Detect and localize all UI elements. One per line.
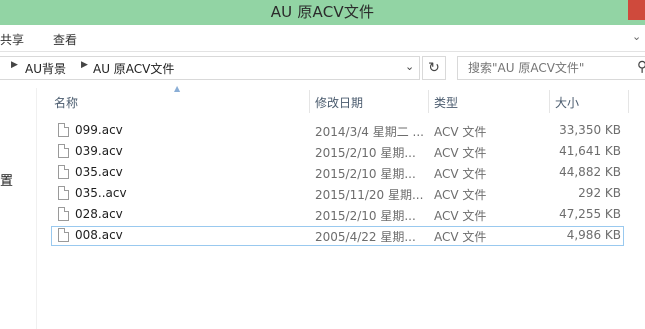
ribbon-expand-icon[interactable]: ⌄ [632,30,641,43]
file-row[interactable]: 035.acv 2015/2/10 星期... ACV 文件 44,882 KB [51,163,624,183]
file-type: ACV 文件 [434,146,487,160]
file-type: ACV 文件 [434,167,487,181]
file-type: ACV 文件 [434,209,487,223]
sort-ascending-icon: ▲ [174,84,181,93]
navigation-pane: 置 [0,88,37,329]
address-bar[interactable]: ▶ AU背景 ▶ AU 原ACV文件 ⌄ [0,56,420,80]
ribbon: 共享 查看 ⌄ [0,25,645,52]
file-size: 47,255 KB [559,207,621,221]
file-icon [58,186,69,200]
file-date: 2015/2/10 星期... [315,209,416,223]
file-size: 292 KB [578,186,621,200]
file-row[interactable]: 028.acv 2015/2/10 星期... ACV 文件 47,255 KB [51,205,624,225]
file-name: 035.acv [75,165,123,179]
file-icon [58,165,69,179]
breadcrumb-current-folder[interactable]: AU 原ACV文件 [93,60,174,77]
file-name: 028.acv [75,207,123,221]
file-size: 4,986 KB [566,228,621,242]
column-header-date[interactable]: 修改日期 [315,94,363,111]
file-row[interactable]: 039.acv 2015/2/10 星期... ACV 文件 41,641 KB [51,142,624,162]
file-type: ACV 文件 [434,188,487,202]
file-icon [58,207,69,221]
column-divider[interactable] [549,90,550,113]
nav-item-location[interactable]: 置 [0,170,13,189]
file-size: 41,641 KB [559,144,621,158]
file-row[interactable]: 099.acv 2014/3/4 星期二 ... ACV 文件 33,350 K… [51,121,624,141]
tab-view[interactable]: 查看 [53,31,77,48]
file-date: 2015/2/10 星期... [315,146,416,160]
search-input[interactable] [468,59,628,76]
column-header-name[interactable]: 名称 [54,94,78,111]
search-box[interactable]: ⚲ [457,56,645,80]
close-button[interactable] [628,0,645,20]
address-dropdown-icon[interactable]: ⌄ [405,60,414,73]
window-title: AU 原ACV文件 [270,3,375,21]
file-row-selected[interactable]: 008.acv 2005/4/22 星期... ACV 文件 4,986 KB [51,226,624,246]
file-name: 035..acv [75,186,127,200]
file-date: 2015/2/10 星期... [315,167,416,181]
file-icon [58,123,69,137]
search-icon[interactable]: ⚲ [637,59,645,75]
address-row: ▶ AU背景 ▶ AU 原ACV文件 ⌄ ↻ ⚲ [0,52,645,86]
file-date: 2014/3/4 星期二 ... [315,125,424,139]
column-header-type[interactable]: 类型 [434,94,458,111]
title-bar: AU 原ACV文件 [0,0,645,25]
tab-share[interactable]: 共享 [0,31,24,48]
column-header-size[interactable]: 大小 [555,94,579,111]
column-divider[interactable] [628,90,629,113]
file-date: 2005/4/22 星期... [315,230,416,244]
breadcrumb-au-background[interactable]: AU背景 [25,60,66,77]
column-divider[interactable] [309,90,310,113]
column-divider[interactable] [428,90,429,113]
file-type: ACV 文件 [434,230,487,244]
file-icon [58,144,69,158]
file-size: 33,350 KB [559,123,621,137]
breadcrumb-separator-icon[interactable]: ▶ [81,60,88,70]
file-name: 039.acv [75,144,123,158]
file-icon [58,228,69,242]
file-size: 44,882 KB [559,165,621,179]
file-name: 008.acv [75,228,123,242]
file-name: 099.acv [75,123,123,137]
breadcrumb-separator-icon[interactable]: ▶ [11,60,18,70]
file-row[interactable]: 035..acv 2015/11/20 星期... ACV 文件 292 KB [51,184,624,204]
file-type: ACV 文件 [434,125,487,139]
file-date: 2015/11/20 星期... [315,188,424,202]
refresh-button[interactable]: ↻ [422,56,446,80]
